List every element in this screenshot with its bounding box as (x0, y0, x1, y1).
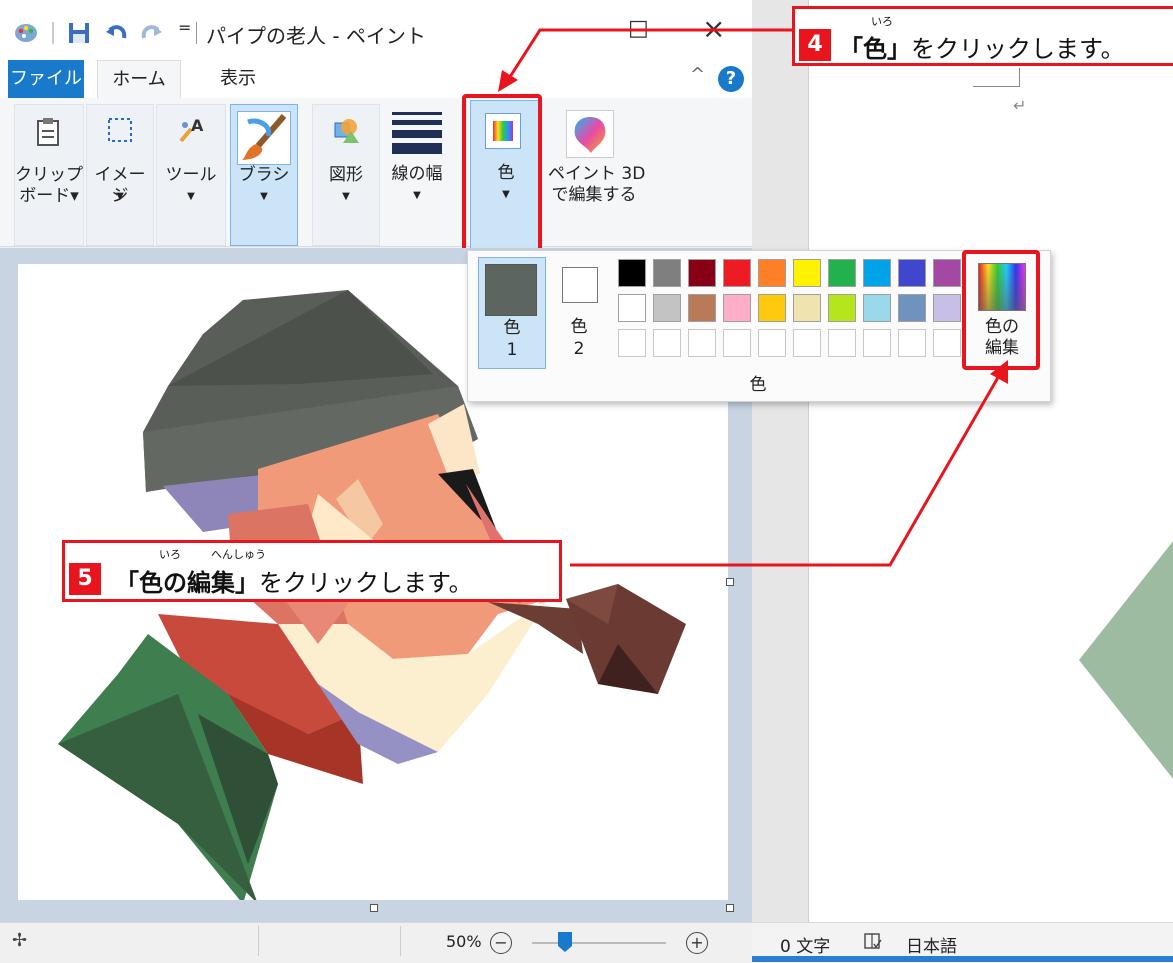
step5-ruby-2: へんしゅう (211, 548, 266, 561)
step5-callout: 5 いろ へんしゅう 「色の編集」をクリックします。 (62, 540, 562, 602)
step5-number: 5 (69, 563, 101, 595)
step4-ruby: いろ (871, 15, 893, 28)
step5-text: 「色の編集」をクリックします。 (115, 569, 473, 597)
step4-number: 4 (799, 29, 831, 61)
step5-ruby-1: いろ (159, 548, 181, 561)
step4-text: 「色」をクリックします。 (839, 35, 1125, 63)
step4-callout: 4 いろ 「色」をクリックします。 (792, 6, 1173, 66)
annotation-arrows (498, 28, 1008, 567)
